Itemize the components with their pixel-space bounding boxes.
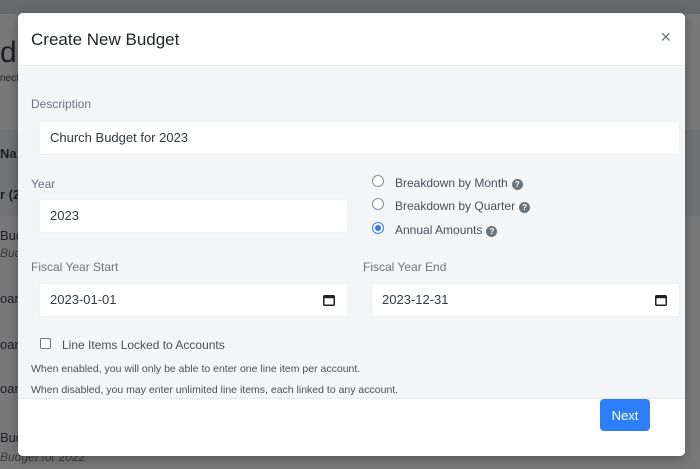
fiscal-year-end-label: Fiscal Year End — [363, 260, 447, 274]
lock-help-enabled: When enabled, you will only be able to e… — [31, 363, 361, 375]
fiscal-year-end-value: 2023-12-31 — [382, 292, 449, 307]
create-budget-modal: Create New Budget × Description Church B… — [18, 13, 685, 456]
radio-annual-amounts[interactable] — [372, 222, 384, 234]
close-icon[interactable]: × — [660, 27, 671, 47]
modal-footer — [18, 398, 685, 456]
radio-label-breakdown-quarter: Breakdown by Quarter? — [395, 199, 531, 213]
radio-breakdown-month[interactable] — [372, 175, 384, 187]
fiscal-year-start-label: Fiscal Year Start — [31, 260, 119, 274]
lock-help-disabled: When disabled, you may enter unlimited l… — [31, 384, 399, 396]
fiscal-year-end-input[interactable]: 2023-12-31 — [371, 283, 680, 317]
modal-title: Create New Budget — [31, 30, 180, 49]
radio-breakdown-quarter[interactable] — [372, 198, 384, 210]
calendar-icon[interactable] — [655, 294, 667, 306]
fiscal-year-start-value: 2023-01-01 — [50, 292, 117, 307]
calendar-icon[interactable] — [323, 294, 335, 306]
next-button[interactable]: Next — [600, 399, 650, 431]
year-input[interactable]: 2023 — [39, 199, 348, 233]
year-label: Year — [31, 177, 56, 191]
line-items-locked-checkbox[interactable] — [40, 338, 51, 349]
description-label: Description — [31, 97, 92, 111]
help-icon[interactable]: ? — [519, 202, 531, 213]
modal-header: Create New Budget × — [18, 13, 685, 66]
modal-body: Description Church Budget for 2023 Year … — [18, 67, 685, 398]
fiscal-year-start-input[interactable]: 2023-01-01 — [39, 283, 348, 317]
line-items-locked-label: Line Items Locked to Accounts — [62, 338, 225, 352]
description-input[interactable]: Church Budget for 2023 — [39, 121, 680, 155]
radio-label-annual-amounts: Annual Amounts? — [395, 223, 498, 237]
help-icon[interactable]: ? — [511, 179, 523, 190]
help-icon[interactable]: ? — [486, 226, 498, 237]
radio-label-breakdown-month: Breakdown by Month? — [395, 176, 523, 190]
